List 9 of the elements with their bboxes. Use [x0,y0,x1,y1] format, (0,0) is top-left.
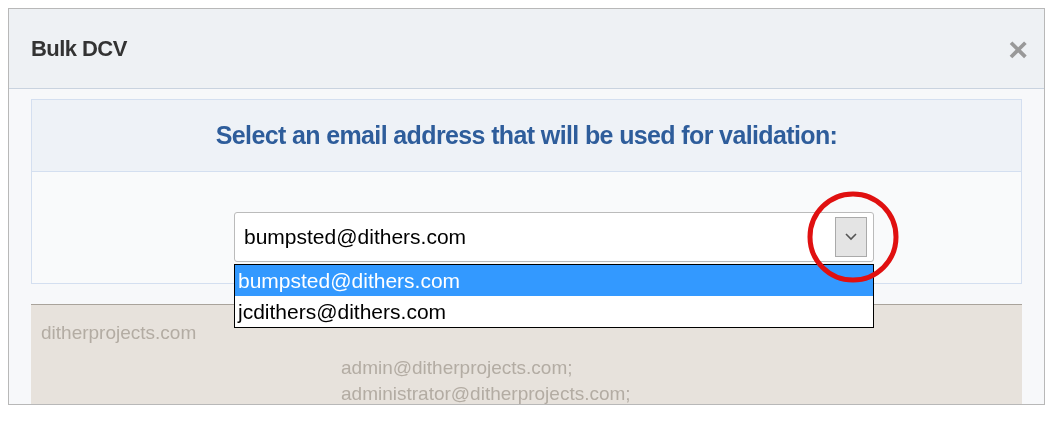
select-value: bumpsted@dithers.com [244,224,467,251]
email-text: administrator@ditherprojects.com; [341,382,631,406]
panel-heading: Select an email address that will be used for validation: [215,119,838,151]
email-select[interactable]: bumpsted@dithers.com [234,212,874,262]
dialog-title: Bulk DCV [31,35,127,63]
chevron-down-icon [845,233,857,241]
domain-text: ditherprojects.com [41,321,197,345]
dropdown-button[interactable] [835,217,867,257]
email-text: admin@ditherprojects.com; [341,356,574,380]
